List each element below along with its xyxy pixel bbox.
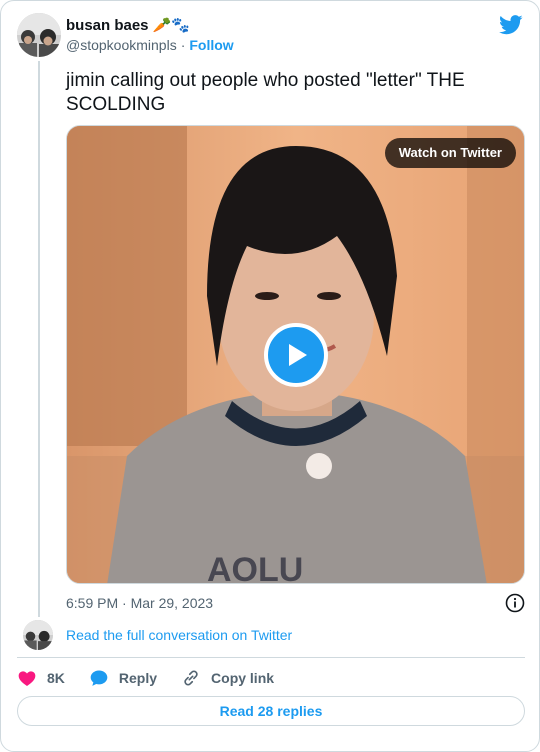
tweet-timestamp[interactable]: 6:59 PM · Mar 29, 2023 <box>66 595 213 611</box>
separator-dot: · <box>180 37 186 53</box>
author-handle[interactable]: @stopkookminpls <box>66 37 177 53</box>
like-count: 8K <box>47 670 65 686</box>
read-conversation-link[interactable]: Read the full conversation on Twitter <box>66 627 292 643</box>
tweet-text: jimin calling out people who posted "let… <box>66 70 465 115</box>
like-button[interactable]: 8K <box>17 668 65 688</box>
copy-link-button[interactable]: Copy link <box>181 668 274 688</box>
timestamp-row: 6:59 PM · Mar 29, 2023 <box>66 593 525 613</box>
reply-label: Reply <box>118 670 158 686</box>
play-button[interactable] <box>264 323 328 387</box>
link-icon <box>184 670 198 686</box>
reply-button[interactable]: Reply <box>89 668 157 688</box>
follow-link[interactable]: Follow <box>189 37 233 53</box>
reply-bubble-icon <box>90 670 108 686</box>
action-bar: 8K Reply Copy link <box>17 665 298 691</box>
read-replies-button[interactable]: Read 28 replies <box>17 696 525 726</box>
thread-line <box>38 61 40 617</box>
twitter-bird-icon[interactable] <box>499 15 523 35</box>
copy-link-label: Copy link <box>211 670 275 686</box>
tweet-video[interactable]: AOLU Watch on Twitter <box>66 125 525 584</box>
conversation-row: Read the full conversation on Twitter <box>23 620 292 650</box>
author-emojis: 🥕🐾 <box>152 17 190 34</box>
tweet-embed-card: busan baes 🥕🐾 @stopkookminpls · Follow j… <box>0 0 540 752</box>
small-author-avatar <box>23 620 53 650</box>
author-name-row: busan baes 🥕🐾 <box>66 17 190 34</box>
heart-icon <box>18 671 36 686</box>
info-icon[interactable] <box>505 593 525 613</box>
watch-on-twitter-button[interactable]: Watch on Twitter <box>384 138 516 168</box>
author-avatar[interactable] <box>17 13 61 57</box>
svg-text:AOLU: AOLU <box>207 551 303 584</box>
play-icon <box>289 344 307 366</box>
author-handle-row: @stopkookminpls · Follow <box>66 37 234 53</box>
author-display-name[interactable]: busan baes <box>66 17 149 34</box>
divider <box>17 657 525 658</box>
